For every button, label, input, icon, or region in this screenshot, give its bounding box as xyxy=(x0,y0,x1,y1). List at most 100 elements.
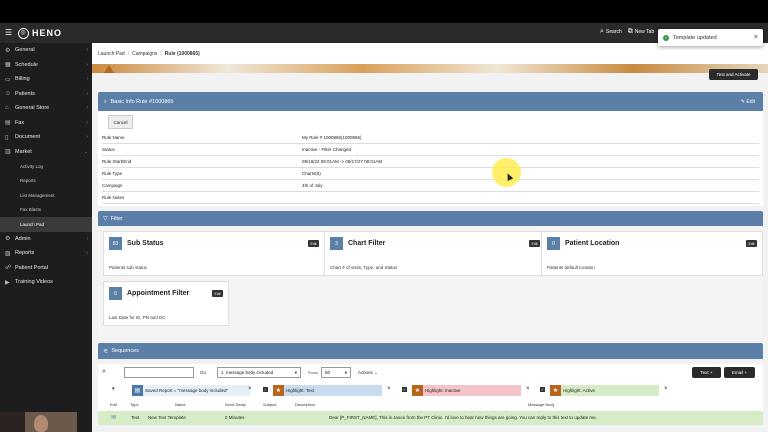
info-row-notes: Rule Notes xyxy=(102,192,759,204)
remove-filter-icon[interactable]: × xyxy=(664,386,668,392)
add-text-button[interactable]: Text + xyxy=(692,367,721,378)
new-tab-button[interactable]: ⧉ New Tab xyxy=(628,28,654,36)
sidebar-subitem-launch-pad[interactable]: Launch Pad xyxy=(0,217,92,232)
table-row[interactable]: ✉ Text New Text Template 0 Minutes Dear … xyxy=(98,411,763,425)
sidebar-item-training-videos[interactable]: ▶ Training Videos xyxy=(0,275,92,290)
chevron-right-icon: › xyxy=(86,134,88,141)
remove-filter-icon[interactable]: × xyxy=(248,386,252,392)
close-icon[interactable]: × xyxy=(754,34,758,41)
report-select[interactable]: 1. message body included ▾ xyxy=(217,367,301,378)
sidebar-subitem-activity-log[interactable]: Activity Log xyxy=(0,159,92,174)
toast-notification: ✓ Template updated × xyxy=(658,29,763,46)
filter-edit-button[interactable]: Edit xyxy=(746,240,757,247)
remove-filter-icon[interactable]: × xyxy=(526,386,530,392)
filter-card-sub-status: 83 Sub Status Edit Patients sub status xyxy=(103,231,325,276)
column-header[interactable]: Name xyxy=(175,402,186,407)
warning-banner xyxy=(92,64,768,73)
filter-count: 0 xyxy=(109,287,122,300)
dropdown-arrow-icon: ▾ xyxy=(344,369,347,375)
actions-menu[interactable]: Actions ⌄ xyxy=(358,370,378,376)
filter-body: 83 Sub Status Edit Patients sub status 3… xyxy=(98,226,763,337)
mouse-pointer-icon xyxy=(504,172,514,181)
row-message-body: Dear [P_FIRST_NAME], This is Jason from … xyxy=(329,415,597,420)
sidebar-item-patients[interactable]: ☺ Patients › xyxy=(0,87,92,102)
edit-icon[interactable]: ✉ xyxy=(111,414,116,421)
remove-filter-icon[interactable]: × xyxy=(387,386,391,392)
add-email-button[interactable]: Email + xyxy=(724,367,755,378)
app-logo[interactable]: ◎ HENO xyxy=(18,27,62,39)
column-header[interactable]: Type xyxy=(130,402,139,407)
patients-icon: ☺ xyxy=(5,90,12,97)
filter-card-title: Appointment Filter xyxy=(127,290,190,297)
column-header[interactable]: Send Delay xyxy=(225,402,246,407)
sidebar-item-document[interactable]: ▯ Document › xyxy=(0,130,92,145)
table-header: Edit Type Name Send Delay Subject Descri… xyxy=(98,398,763,411)
highlight-text-checkbox[interactable]: ✓ xyxy=(263,387,268,392)
sidebar-subitem-list-management[interactable]: List Management xyxy=(0,188,92,203)
lightbulb-icon: ♁ xyxy=(103,98,108,105)
rows-select[interactable]: 50 ▾ xyxy=(321,367,351,378)
filter-card-title: Sub Status xyxy=(127,240,164,247)
breadcrumb: Launch Pad \ Campaigns \ Rule (1000865) xyxy=(92,43,768,64)
search-button[interactable]: ⌕ Search xyxy=(600,28,622,36)
highlight-inactive-chip[interactable]: ★ Highlight: Inactive xyxy=(412,384,521,396)
webcam-overlay xyxy=(0,412,77,432)
column-header[interactable]: Subject xyxy=(263,402,276,407)
breadcrumb-campaigns[interactable]: Campaigns xyxy=(132,51,157,57)
breadcrumb-current: Rule (1000865) xyxy=(164,50,200,57)
highlight-text-chip[interactable]: ★ Highlight: Text xyxy=(273,384,382,396)
document-icon: ▯ xyxy=(5,134,9,141)
highlight-active-chip[interactable]: ★ Highlight: Active xyxy=(550,384,659,396)
sidebar-item-admin[interactable]: ⚙ Admin › xyxy=(0,232,92,247)
filter-card-title: Patient Location xyxy=(565,240,620,247)
billing-icon: ▭ xyxy=(5,76,11,83)
sidebar-item-billing[interactable]: ▭ Billing › xyxy=(0,72,92,87)
chevron-right-icon: › xyxy=(86,235,88,242)
sidebar-subitem-reports[interactable]: Reports xyxy=(0,174,92,189)
sidebar-item-fax[interactable]: ▤ Fax › xyxy=(0,116,92,131)
warning-icon xyxy=(104,65,114,73)
basic-info-edit-button[interactable]: ✎ Edit xyxy=(741,99,755,105)
app-name: HENO xyxy=(32,28,63,38)
sidebar-item-general[interactable]: ⚙ General › xyxy=(0,43,92,58)
go-button[interactable]: Go xyxy=(200,370,206,375)
dropdown-arrow-icon: ▾ xyxy=(294,369,297,375)
test-and-activate-button[interactable]: Test and Activate xyxy=(709,69,758,80)
column-header[interactable]: Message Body xyxy=(528,402,554,407)
column-header[interactable]: Edit xyxy=(110,402,117,407)
hamburger-menu-icon[interactable]: ☰ xyxy=(5,29,13,37)
filter-title: Filter xyxy=(110,215,123,222)
filter-edit-button[interactable]: Edit xyxy=(308,240,319,247)
filter-edit-button[interactable]: Edit xyxy=(212,290,223,297)
chevron-right-icon: › xyxy=(86,76,88,83)
sidebar-item-general-store[interactable]: ⌂ General Store › xyxy=(0,101,92,116)
sidebar-item-reports[interactable]: ▨ Reports › xyxy=(0,246,92,261)
breadcrumb-launch-pad[interactable]: Launch Pad xyxy=(98,51,125,57)
chevron-right-icon: › xyxy=(86,105,88,112)
filter-count: 0 xyxy=(547,237,560,250)
highlight-active-checkbox[interactable]: ✓ xyxy=(540,387,545,392)
saved-report-chip[interactable]: ▤ Saved Report = "message body included" xyxy=(132,384,250,396)
sequences-icon: ⚟ xyxy=(103,348,109,355)
sidebar-item-market[interactable]: ▥ Market ⌄ xyxy=(0,145,92,160)
breadcrumb-separator-icon: \ xyxy=(127,50,130,57)
expand-icon[interactable]: ▾ xyxy=(112,386,115,392)
chevron-right-icon: › xyxy=(86,47,88,54)
sidebar-item-patient-portal[interactable]: ☍ Patient Portal xyxy=(0,261,92,276)
filter-card-patient-location: 0 Patient Location Edit Patients default… xyxy=(541,231,763,276)
cancel-button[interactable]: Cancel xyxy=(108,115,133,129)
row-name[interactable]: New Text Template xyxy=(148,415,186,420)
sidebar-subitem-fax-blasts[interactable]: Fax Blasts xyxy=(0,203,92,218)
chevron-right-icon: › xyxy=(86,61,88,68)
search-input[interactable] xyxy=(124,367,194,378)
sidebar-item-schedule[interactable]: ▦ Schedule › xyxy=(0,58,92,73)
filter-count: 83 xyxy=(109,237,122,250)
main-content: Launch Pad \ Campaigns \ Rule (1000865) … xyxy=(92,43,768,432)
column-header[interactable]: Description xyxy=(295,402,315,407)
info-row-start-end: Rule Start/End 09/18/22 08:01AM -> 09/17/… xyxy=(102,156,759,168)
highlight-inactive-checkbox[interactable]: ✓ xyxy=(402,387,407,392)
star-icon: ★ xyxy=(550,384,561,396)
search-icon[interactable]: ⌕ xyxy=(102,368,106,376)
filter-edit-button[interactable]: Edit xyxy=(529,240,540,247)
search-icon: ⌕ xyxy=(599,28,604,35)
